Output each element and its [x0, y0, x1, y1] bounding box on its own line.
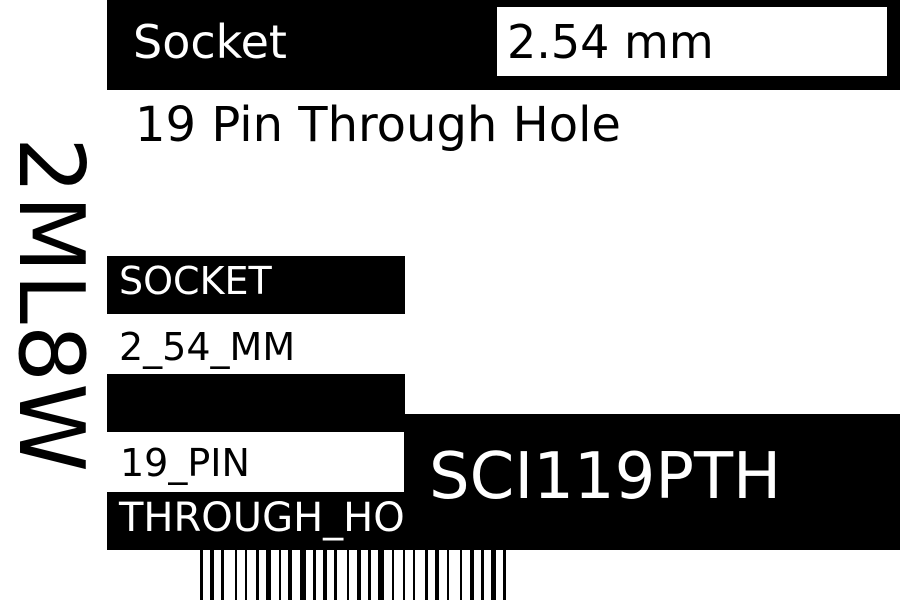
barcode-bar: [392, 550, 394, 600]
barcode-bar: [378, 550, 384, 600]
barcode-bar: [470, 550, 474, 600]
barcode-graphic: [200, 550, 506, 600]
description-label: 19 Pin Through Hole: [135, 97, 621, 153]
part-number: SCI119PTH: [429, 440, 782, 514]
pitch-label: 2.54 mm: [507, 15, 714, 69]
barcode-bar: [368, 550, 371, 600]
category-label: Socket: [133, 15, 287, 69]
barcode-bar: [491, 550, 496, 600]
tag-pins: 19_PIN: [120, 441, 250, 485]
barcode-bar: [481, 550, 484, 600]
barcode-bar: [357, 550, 361, 600]
barcode-bar: [288, 550, 292, 600]
barcode-bar: [300, 550, 306, 600]
barcode-bar: [413, 550, 415, 600]
barcode-bar: [425, 550, 428, 600]
barcode-bar: [221, 550, 224, 600]
barcode-bar: [347, 550, 349, 600]
tag-blank-bar: [107, 374, 405, 432]
barcode-bar: [210, 550, 214, 600]
barcode-bar: [245, 550, 247, 600]
barcode-bar: [256, 550, 259, 600]
barcode-bar: [279, 550, 281, 600]
barcode-bar: [200, 550, 203, 600]
barcode-bar: [266, 550, 271, 600]
vertical-code-text: 2ML8W: [0, 136, 103, 474]
barcode-bar: [334, 550, 337, 600]
tag-pitch: 2_54_MM: [119, 325, 296, 369]
barcode-bar: [460, 550, 462, 600]
barcode-bar: [235, 550, 237, 600]
barcode-bar: [447, 550, 449, 600]
barcode-bar: [323, 550, 327, 600]
barcode-bar: [403, 550, 405, 600]
barcode-bar: [503, 550, 506, 600]
tag-mount-bar: THROUGH_HOLE: [107, 492, 405, 550]
tag-category: SOCKET: [119, 259, 272, 303]
barcode: [200, 550, 700, 600]
barcode-bar: [435, 550, 439, 600]
tag-mount: THROUGH_HOLE: [119, 495, 405, 541]
barcode-bar: [313, 550, 316, 600]
